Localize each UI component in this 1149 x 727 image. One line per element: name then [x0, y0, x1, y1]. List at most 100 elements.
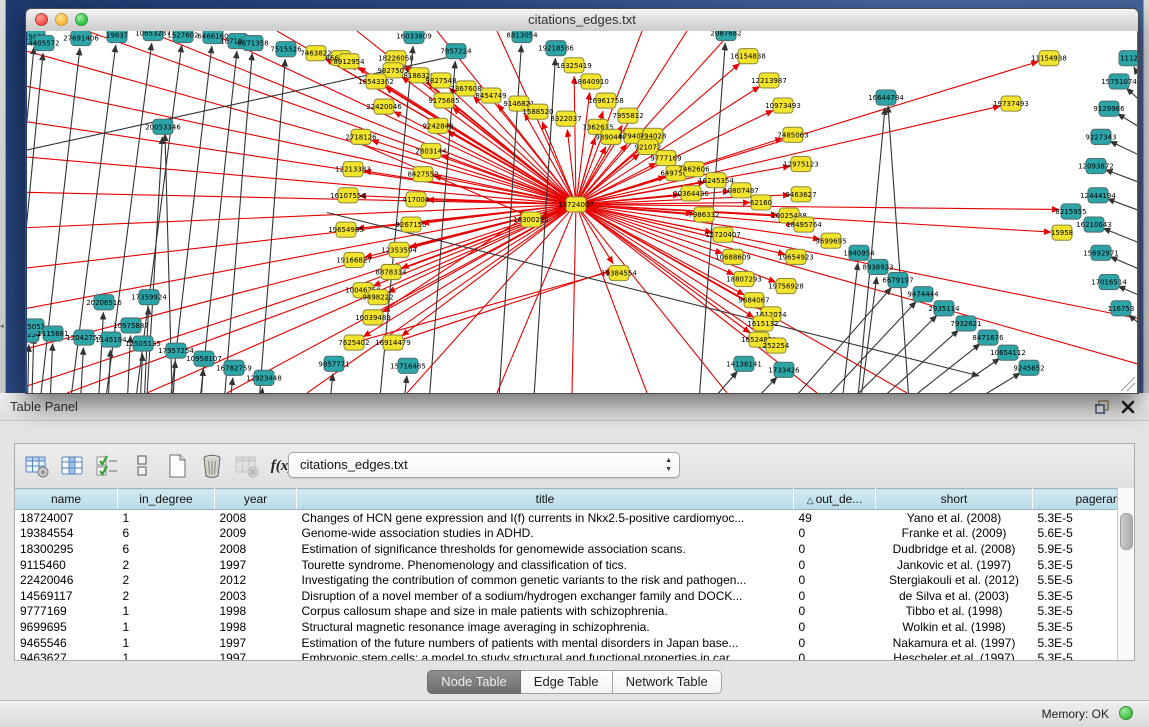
close-panel-icon[interactable]: [1119, 398, 1137, 416]
graph-node[interactable]: 2935114: [928, 301, 960, 316]
network-canvas[interactable]: 1505944055722769140619837106532871527602…: [27, 31, 1137, 393]
graph-node[interactable]: 9857771: [318, 356, 349, 371]
resize-grip-icon[interactable]: [1121, 377, 1135, 391]
table-cell[interactable]: Tourette syndrome. Phenomenology and cla…: [297, 557, 794, 573]
graph-node[interactable]: 2718126: [345, 129, 377, 144]
table-cell[interactable]: 0: [794, 557, 876, 573]
table-cell[interactable]: Nakamura et al. (1997): [876, 635, 1033, 651]
table-cell[interactable]: 5.3E-5: [1033, 604, 1119, 620]
graph-node[interactable]: 10653287: [135, 31, 171, 41]
graph-node[interactable]: 27691406: [63, 31, 99, 46]
table-cell[interactable]: 1997: [215, 650, 297, 660]
table-selector-dropdown[interactable]: citations_edges.txt ▲▼: [288, 452, 680, 478]
table-cell[interactable]: 1997: [215, 635, 297, 651]
table-cell[interactable]: 0: [794, 635, 876, 651]
table-cell[interactable]: Wolkin et al. (1998): [876, 619, 1033, 635]
graph-node[interactable]: 19384554: [601, 265, 637, 280]
graph-node[interactable]: 11154938: [1031, 51, 1067, 66]
graph-node[interactable]: 6679197: [882, 273, 913, 288]
table-cell[interactable]: Yano et al. (2008): [876, 510, 1033, 526]
table-cell[interactable]: 2009: [215, 526, 297, 542]
table-cell[interactable]: 49: [794, 510, 876, 526]
graph-node[interactable]: 19654985: [328, 222, 364, 237]
table-cell[interactable]: Structural magnetic resonance image aver…: [297, 619, 794, 635]
table-cell[interactable]: 2: [118, 572, 215, 588]
network-window-titlebar[interactable]: citations_edges.txt: [26, 9, 1138, 32]
panel-expand-arrow-icon[interactable]: ◂: [0, 322, 4, 331]
table-cell[interactable]: 14569117: [15, 588, 118, 604]
graph-node[interactable]: 7986332: [688, 207, 719, 222]
table-cell[interactable]: Corpus callosum shape and size in male p…: [297, 604, 794, 620]
table-cell[interactable]: Embryonic stem cells: a model to study s…: [297, 650, 794, 660]
table-row[interactable]: 977716911998Corpus callosum shape and si…: [15, 604, 1118, 620]
graph-node[interactable]: 116753: [1108, 301, 1135, 316]
table-cell[interactable]: 18724007: [15, 510, 118, 526]
table-cell[interactable]: 5.9E-5: [1033, 541, 1119, 557]
table-cell[interactable]: 2012: [215, 572, 297, 588]
table-options-icon[interactable]: [21, 450, 53, 482]
table-cell[interactable]: 1998: [215, 604, 297, 620]
graph-node[interactable]: 14136141: [726, 356, 762, 371]
table-cell[interactable]: Jankovic et al. (1997): [876, 557, 1033, 573]
graph-node[interactable]: 15958: [1051, 225, 1073, 240]
graph-node[interactable]: 2803144: [415, 143, 447, 158]
graph-node[interactable]: 10654112: [990, 345, 1026, 360]
column-header-in-degree[interactable]: in_degree: [118, 489, 215, 510]
column-header-pagerank[interactable]: pagerank: [1033, 489, 1119, 510]
graph-node[interactable]: 8938923: [862, 259, 893, 274]
table-row[interactable]: 1830029562008Estimation of significance …: [15, 541, 1118, 557]
graph-node[interactable]: 20206516: [86, 295, 122, 310]
graph-node[interactable]: 16033809: [396, 31, 432, 44]
graph-node[interactable]: 19654923: [778, 249, 814, 264]
graph-node[interactable]: 18495764: [786, 217, 822, 232]
graph-node[interactable]: 20053346: [145, 119, 181, 134]
table-cell[interactable]: 19384554: [15, 526, 118, 542]
table-cell[interactable]: 9777169: [15, 604, 118, 620]
minimize-window-button[interactable]: [55, 13, 68, 26]
table-cell[interactable]: Stergiakouli et al. (2012): [876, 572, 1033, 588]
table-cell[interactable]: 6: [118, 526, 215, 542]
graph-node[interactable]: 16914479: [375, 335, 411, 350]
table-cell[interactable]: 2008: [215, 510, 297, 526]
table-row[interactable]: 1456911722003Disruption of a novel membe…: [15, 588, 1118, 604]
graph-node[interactable]: 19737493: [993, 96, 1029, 111]
table-cell[interactable]: 6: [118, 541, 215, 557]
table-vertical-scrollbar[interactable]: [1117, 488, 1134, 660]
graph-node[interactable]: 1145194: [95, 332, 127, 347]
table-cell[interactable]: 5.3E-5: [1033, 619, 1119, 635]
table-cell[interactable]: 1: [118, 619, 215, 635]
graph-node[interactable]: 12975123: [783, 157, 819, 172]
graph-node[interactable]: 16107554: [330, 188, 366, 203]
table-cell[interactable]: 5.3E-5: [1033, 557, 1119, 573]
table-cell[interactable]: 9463627: [15, 650, 118, 660]
graph-node[interactable]: 7515526: [270, 42, 302, 57]
graph-node[interactable]: 8322037: [550, 111, 581, 126]
table-cell[interactable]: 1997: [215, 557, 297, 573]
table-cell[interactable]: Estimation of the future numbers of pati…: [297, 635, 794, 651]
tab-edge-table[interactable]: Edge Table: [521, 670, 613, 694]
table-cell[interactable]: 2: [118, 588, 215, 604]
graph-node[interactable]: 12353594: [381, 242, 417, 257]
delete-table-icon[interactable]: [196, 450, 228, 482]
close-window-button[interactable]: [35, 13, 48, 26]
table-cell[interactable]: 22420046: [15, 572, 118, 588]
graph-node[interactable]: 8813054: [506, 31, 538, 43]
table-cell[interactable]: 5.6E-5: [1033, 526, 1119, 542]
table-cell[interactable]: 5.3E-5: [1033, 650, 1119, 660]
graph-node[interactable]: 12213987: [751, 73, 787, 88]
graph-node[interactable]: 9245652: [1013, 360, 1044, 375]
graph-node[interactable]: 4405572: [28, 36, 59, 51]
table-row[interactable]: 969969511998Structural magnetic resonanc…: [15, 619, 1118, 635]
table-row[interactable]: 911546021997Tourette syndrome. Phenomeno…: [15, 557, 1118, 573]
table-cell[interactable]: 2: [118, 557, 215, 573]
table-cell[interactable]: 5.3E-5: [1033, 635, 1119, 651]
graph-node[interactable]: 10688609: [715, 249, 751, 264]
graph-node[interactable]: 252254: [763, 338, 790, 353]
table-cell[interactable]: 0: [794, 604, 876, 620]
graph-node[interactable]: 7932621: [950, 316, 981, 331]
graph-node[interactable]: 22420046: [366, 99, 402, 114]
table-cell[interactable]: Franke et al. (2009): [876, 526, 1033, 542]
column-header-name[interactable]: name: [15, 489, 118, 510]
graph-node[interactable]: 417004: [403, 192, 430, 207]
table-cell[interactable]: 0: [794, 588, 876, 604]
